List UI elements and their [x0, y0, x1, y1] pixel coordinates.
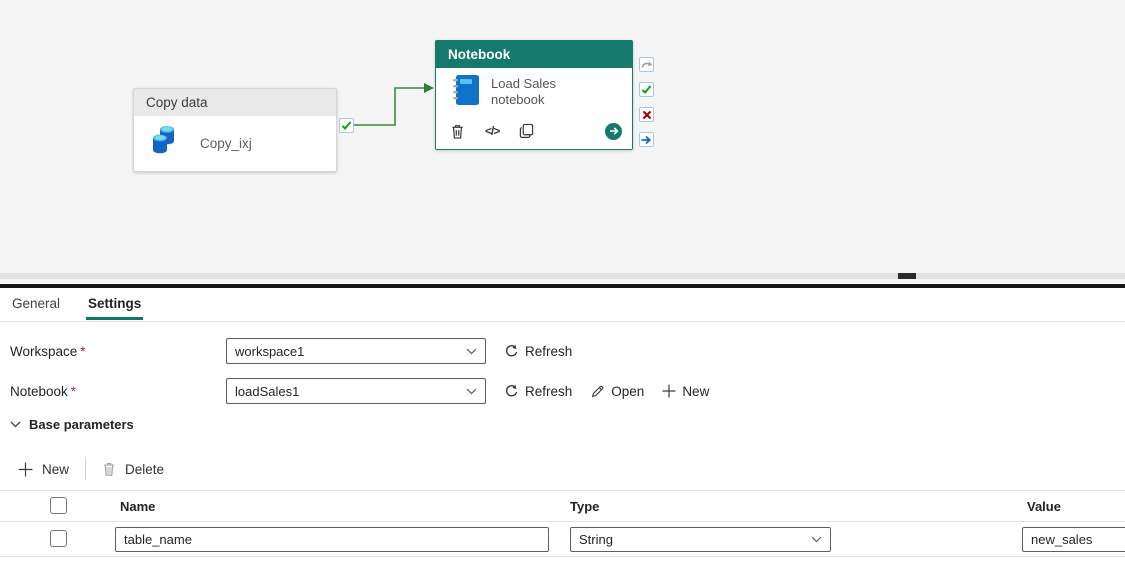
refresh-icon: [504, 344, 519, 359]
notebook-on-completion-port[interactable]: [639, 132, 654, 147]
success-connector-line: [352, 80, 444, 132]
activity-notebook[interactable]: Notebook Load Sales notebo: [435, 40, 633, 150]
notebook-on-fail-port[interactable]: [639, 107, 654, 122]
refresh-label: Refresh: [525, 384, 572, 399]
notebook-field-row: Notebook* loadSales1 Refresh Open: [10, 378, 709, 404]
workspace-refresh-button[interactable]: Refresh: [504, 338, 572, 364]
copy-activity-type-label: Copy data: [146, 95, 208, 110]
copy-activity-body: Copy_ixj: [134, 116, 336, 171]
skip-arrow-icon: [641, 59, 653, 70]
notebook-dropdown-value: loadSales1: [235, 384, 299, 399]
notebook-open-button[interactable]: Open: [590, 378, 644, 404]
code-icon: </>: [485, 124, 499, 138]
panel-tabs: General Settings: [10, 292, 143, 320]
tabbar-divider: [0, 321, 1125, 322]
pencil-icon: [590, 384, 605, 399]
pipeline-canvas[interactable]: Copy data: [0, 0, 1125, 283]
notebook-activity-header: Notebook: [436, 41, 632, 68]
copy-activity-name: Copy_ixj: [200, 136, 252, 151]
workspace-field-row: Workspace* workspace1 Refresh: [10, 338, 572, 364]
workspace-label: Workspace*: [10, 344, 226, 359]
activity-copy-data[interactable]: Copy data: [133, 88, 337, 172]
panel-resize-strip: [0, 273, 1125, 279]
connector-arrowhead: [424, 83, 434, 93]
table-header-divider: [0, 521, 1125, 522]
notebook-label-text: Notebook: [10, 384, 68, 399]
notebook-on-skip-port[interactable]: [639, 57, 654, 72]
arrow-right-icon: [609, 126, 619, 136]
checkmark-icon: [341, 120, 352, 131]
copy-activity-header: Copy data: [134, 89, 336, 116]
toolbar-divider: [85, 458, 86, 480]
notebook-activity-name: Load Sales notebook: [491, 76, 573, 108]
open-label: Open: [611, 384, 644, 399]
notebook-icon: [450, 73, 480, 112]
notebook-new-button[interactable]: New: [662, 378, 709, 404]
view-code-button[interactable]: </>: [485, 124, 499, 138]
table-border-bottom: [0, 556, 1125, 557]
copy-icon: [519, 123, 534, 139]
column-header-type: Type: [570, 499, 599, 514]
notebook-on-success-port[interactable]: [639, 82, 654, 97]
notebook-label: Notebook*: [10, 384, 226, 399]
workspace-label-text: Workspace: [10, 344, 77, 359]
table-border-top: [0, 490, 1125, 491]
activity-settings-panel: General Settings Workspace* workspace1 R…: [0, 288, 1125, 585]
required-asterisk: *: [71, 384, 76, 399]
parameter-type-value: String: [579, 532, 613, 547]
base-parameters-section-toggle[interactable]: Base parameters: [10, 417, 134, 432]
parameter-delete-label: Delete: [125, 462, 164, 477]
chevron-down-icon: [811, 536, 822, 543]
parameter-name-input[interactable]: [115, 527, 549, 552]
row-checkbox[interactable]: [50, 530, 67, 547]
chevron-down-icon: [466, 388, 477, 395]
delete-activity-button[interactable]: [450, 123, 465, 140]
chevron-down-icon: [10, 421, 21, 428]
notebook-activity-toolbar: </>: [436, 116, 632, 146]
plus-icon: [662, 384, 676, 398]
parameter-value-input[interactable]: [1022, 527, 1125, 552]
clone-activity-button[interactable]: [519, 123, 534, 139]
select-all-checkbox[interactable]: [50, 497, 67, 514]
copy-data-icon: [151, 125, 182, 162]
parameters-toolbar: New Delete: [18, 456, 164, 482]
parameter-type-cell: String: [570, 527, 831, 552]
new-label: New: [682, 384, 709, 399]
required-asterisk: *: [80, 344, 85, 359]
chevron-down-icon: [466, 348, 477, 355]
trash-icon: [450, 123, 465, 140]
notebook-refresh-button[interactable]: Refresh: [504, 378, 572, 404]
notebook-activity-type-label: Notebook: [448, 47, 510, 62]
column-header-name: Name: [120, 499, 155, 514]
notebook-activity-body: Load Sales notebook: [436, 68, 632, 116]
copy-on-success-port[interactable]: [339, 118, 354, 133]
refresh-icon: [504, 384, 519, 399]
parameter-delete-button[interactable]: Delete: [102, 461, 164, 477]
workspace-dropdown-value: workspace1: [235, 344, 304, 359]
refresh-label: Refresh: [525, 344, 572, 359]
parameter-new-button[interactable]: New: [18, 462, 69, 477]
tab-general[interactable]: General: [10, 292, 62, 320]
x-icon: [642, 110, 652, 120]
base-parameters-title: Base parameters: [29, 417, 134, 432]
pipeline-editor: Copy data: [0, 0, 1125, 585]
arrow-right-icon: [641, 135, 652, 145]
trash-icon: [102, 461, 116, 477]
checkmark-icon: [641, 84, 652, 95]
notebook-dropdown[interactable]: loadSales1: [226, 378, 486, 404]
column-header-value: Value: [1027, 499, 1061, 514]
plus-icon: [18, 462, 33, 477]
navigate-activity-button[interactable]: [605, 123, 622, 140]
panel-resize-grip[interactable]: [898, 273, 916, 279]
parameter-type-dropdown[interactable]: String: [570, 527, 831, 552]
tab-settings[interactable]: Settings: [86, 292, 143, 320]
parameter-new-label: New: [42, 462, 69, 477]
workspace-dropdown[interactable]: workspace1: [226, 338, 486, 364]
